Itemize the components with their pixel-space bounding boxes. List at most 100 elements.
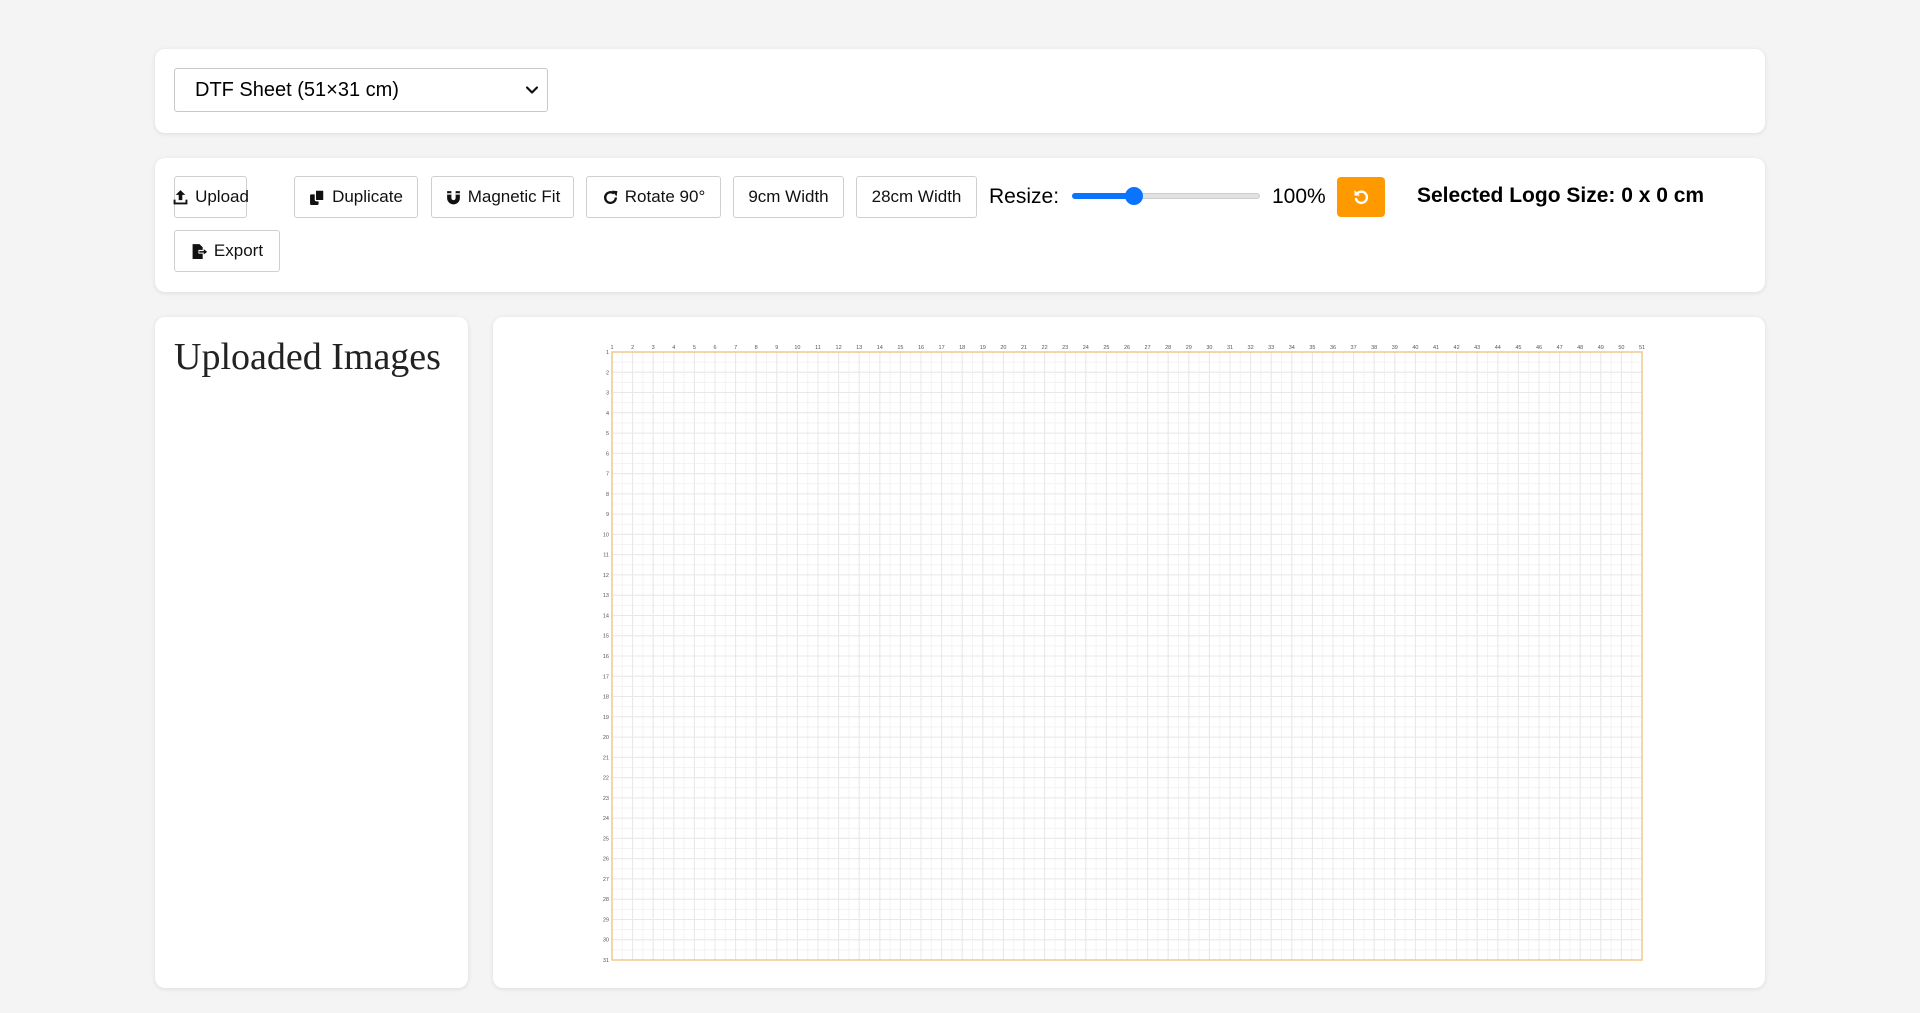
y-tick-label: 5: [606, 431, 609, 437]
x-tick-label: 19: [980, 345, 986, 351]
x-tick-label: 4: [672, 345, 675, 351]
resize-slider[interactable]: [1072, 187, 1260, 205]
uploaded-images-title: Uploaded Images: [174, 336, 441, 378]
rotate-90-button-label: Rotate 90°: [624, 187, 706, 206]
x-tick-label: 17: [939, 345, 945, 351]
x-tick-label: 21: [1021, 345, 1027, 351]
y-tick-label: 17: [603, 674, 609, 680]
x-tick-label: 46: [1536, 345, 1542, 351]
x-tick-label: 15: [897, 345, 903, 351]
sheet-size-select-value: DTF Sheet (51×31 cm): [195, 78, 399, 101]
x-tick-label: 5: [693, 345, 696, 351]
x-tick-label: 43: [1474, 345, 1480, 351]
magnet-icon: [446, 190, 460, 204]
y-tick-label: 21: [603, 755, 609, 761]
y-tick-label: 2: [606, 370, 609, 376]
width-9cm-button-label: 9cm Width: [748, 187, 829, 206]
sheet-grid[interactable]: 1 2 3 4 5 6 7 8 9 10 11 12 13 14 15 16 17 18 19 20 21 22 23 24 2…: [602, 342, 1645, 980]
x-tick-label: 16: [918, 345, 924, 351]
width-28cm-button[interactable]: 28cm Width: [856, 176, 977, 218]
duplicate-button[interactable]: Duplicate: [294, 176, 418, 218]
rotate-90-button[interactable]: Rotate 90°: [586, 176, 721, 218]
x-tick-label: 11: [815, 345, 821, 351]
y-tick-label: 18: [603, 695, 609, 701]
sheet-size-select[interactable]: DTF Sheet (51×31 cm): [174, 68, 548, 112]
y-tick-label: 6: [606, 451, 609, 457]
rotate-right-icon: [603, 190, 618, 204]
export-button[interactable]: Export: [174, 230, 280, 272]
x-tick-label: 24: [1083, 345, 1089, 351]
y-tick-label: 3: [606, 391, 609, 397]
x-tick-label: 26: [1124, 345, 1130, 351]
x-tick-label: 45: [1515, 345, 1521, 351]
y-tick-label: 27: [603, 877, 609, 883]
magnetic-fit-button-label: Magnetic Fit: [467, 187, 561, 206]
copy-icon: [310, 188, 325, 205]
x-tick-label: 28: [1165, 345, 1171, 351]
resize-label: Resize:: [989, 185, 1060, 208]
resize-slider-thumb[interactable]: [1125, 187, 1143, 205]
y-tick-label: 11: [603, 553, 609, 559]
x-tick-label: 27: [1145, 345, 1151, 351]
x-tick-label: 39: [1392, 345, 1398, 351]
x-tick-label: 2: [631, 345, 634, 351]
reset-size-button[interactable]: [1337, 177, 1385, 217]
y-tick-label: 30: [603, 938, 609, 944]
upload-button[interactable]: Upload: [173, 176, 249, 218]
sheet-canvas-panel: 1 2 3 4 5 6 7 8 9 10 11 12 13 14 15 16 17 18 19 20 21 22 23 24 2…: [493, 317, 1765, 988]
x-tick-label: 22: [1042, 345, 1048, 351]
x-tick-label: 37: [1351, 345, 1357, 351]
export-button-label: Export: [213, 241, 264, 260]
y-tick-label: 29: [603, 917, 609, 923]
y-tick-label: 28: [603, 897, 609, 903]
x-tick-label: 31: [1227, 345, 1233, 351]
y-tick-label: 19: [603, 715, 609, 721]
x-tick-label: 9: [775, 345, 778, 351]
y-tick-label: 8: [606, 492, 609, 498]
magnetic-fit-button[interactable]: Magnetic Fit: [431, 176, 574, 218]
uploaded-images-panel: Uploaded Images: [155, 317, 468, 988]
y-tick-label: 15: [603, 634, 609, 640]
y-tick-label: 4: [606, 411, 609, 417]
y-tick-label: 14: [603, 613, 609, 619]
x-tick-label: 13: [856, 345, 862, 351]
x-tick-label: 38: [1371, 345, 1377, 351]
x-tick-label: 34: [1289, 345, 1295, 351]
x-tick-label: 7: [734, 345, 737, 351]
x-tick-label: 6: [713, 345, 716, 351]
y-tick-label: 22: [603, 776, 609, 782]
x-tick-label: 49: [1598, 345, 1604, 351]
x-tick-label: 42: [1454, 345, 1460, 351]
x-tick-label: 25: [1103, 345, 1109, 351]
x-tick-label: 8: [755, 345, 758, 351]
x-tick-label: 1: [610, 345, 613, 351]
x-tick-label: 20: [1000, 345, 1006, 351]
x-tick-label: 51: [1639, 345, 1645, 351]
x-tick-label: 48: [1577, 345, 1583, 351]
x-tick-label: 18: [959, 345, 965, 351]
file-export-icon: [192, 243, 208, 259]
y-tick-label: 16: [603, 654, 609, 660]
width-9cm-button[interactable]: 9cm Width: [733, 176, 844, 218]
x-tick-label: 30: [1206, 345, 1212, 351]
toolbar-card: Upload Duplicate Magnetic Fit Rotate 90°…: [155, 158, 1765, 292]
y-tick-label: 31: [603, 958, 609, 964]
y-tick-label: 1: [606, 350, 609, 356]
x-tick-label: 29: [1186, 345, 1192, 351]
duplicate-button-label: Duplicate: [332, 187, 403, 206]
x-tick-label: 36: [1330, 345, 1336, 351]
width-28cm-button-label: 28cm Width: [871, 187, 962, 206]
chevron-down-icon: [525, 86, 539, 94]
sheet-size-card: DTF Sheet (51×31 cm): [155, 49, 1765, 133]
x-tick-label: 40: [1412, 345, 1418, 351]
x-tick-label: 33: [1268, 345, 1274, 351]
x-tick-label: 35: [1309, 345, 1315, 351]
undo-icon: [1354, 190, 1369, 205]
y-tick-label: 26: [603, 857, 609, 863]
y-tick-label: 9: [606, 512, 609, 518]
y-tick-label: 12: [603, 573, 609, 579]
x-tick-label: 12: [836, 345, 842, 351]
y-tick-label: 25: [603, 836, 609, 842]
x-tick-label: 32: [1248, 345, 1254, 351]
x-tick-label: 41: [1433, 345, 1439, 351]
